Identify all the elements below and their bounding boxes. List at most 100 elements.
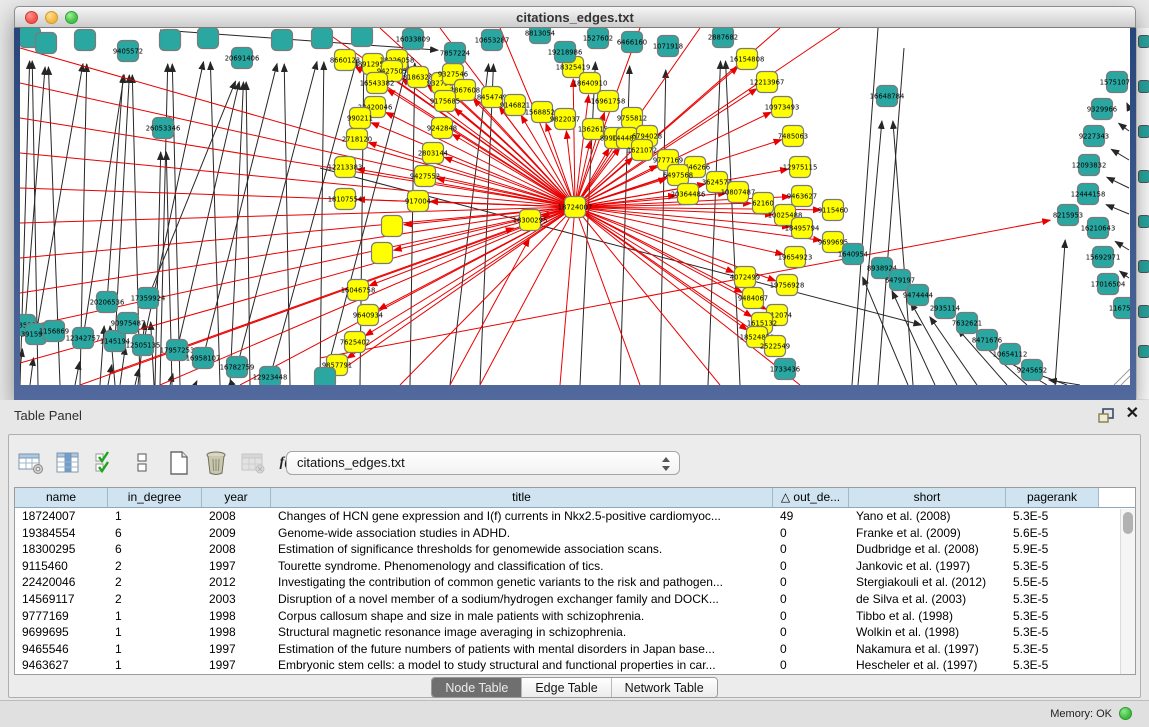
table-selector-dropdown[interactable]: citations_edges.txt — [286, 451, 680, 475]
edge[interactable] — [75, 362, 80, 385]
table-row[interactable]: 1456911722003Disruption of a novel membe… — [15, 591, 1135, 608]
table-cell[interactable]: 2 — [108, 558, 202, 575]
edge[interactable] — [893, 121, 913, 385]
edge[interactable] — [246, 82, 250, 385]
table-cell[interactable]: Structural magnetic resonance image aver… — [271, 624, 773, 641]
graph-node-teal[interactable] — [160, 30, 181, 51]
graph-node-yellow[interactable] — [372, 243, 393, 264]
tab-node-table[interactable]: Node Table — [432, 678, 522, 697]
edge[interactable] — [195, 381, 197, 385]
citation-edge[interactable] — [20, 118, 575, 207]
tab-network-table[interactable]: Network Table — [612, 678, 717, 697]
table-cell[interactable]: Tourette syndrome. Phenomenology and cla… — [271, 558, 773, 575]
column-header-pagerank[interactable]: pagerank — [1006, 488, 1099, 507]
table-cell[interactable]: Changes of HCN gene expression and I(f) … — [271, 508, 773, 525]
citation-edge[interactable] — [573, 79, 575, 207]
table-cell[interactable]: Estimation of the future numbers of pati… — [271, 641, 773, 658]
close-panel-icon[interactable]: ✕ — [1126, 406, 1139, 422]
delete-table-icon[interactable] — [239, 449, 267, 477]
graph-node-teal[interactable] — [36, 33, 57, 54]
table-cell[interactable]: 1998 — [202, 608, 271, 625]
graph-node-teal[interactable] — [352, 28, 373, 47]
edge[interactable] — [160, 64, 168, 385]
table-cell[interactable]: 5.5E-5 — [1006, 574, 1099, 591]
edge[interactable] — [1120, 271, 1129, 278]
table-cell[interactable]: Disruption of a novel member of a sodium… — [271, 591, 773, 608]
table-cell[interactable]: 5.3E-5 — [1006, 608, 1099, 625]
table-row[interactable]: 969969511998Structural magnetic resonanc… — [15, 624, 1135, 641]
show-columns-icon[interactable] — [54, 449, 82, 477]
edge[interactable] — [450, 64, 489, 385]
edge[interactable] — [1111, 149, 1129, 160]
table-cell[interactable]: 5.9E-5 — [1006, 541, 1099, 558]
graph-node-teal[interactable] — [75, 30, 96, 51]
table-cell[interactable]: 0 — [773, 641, 849, 658]
table-cell[interactable]: 2008 — [202, 541, 271, 558]
table-cell[interactable]: 0 — [773, 608, 849, 625]
table-cell[interactable]: Investigating the contribution of common… — [271, 574, 773, 591]
table-cell[interactable]: 0 — [773, 558, 849, 575]
table-cell[interactable]: 1997 — [202, 657, 271, 674]
table-cell[interactable]: 2 — [108, 591, 202, 608]
table-cell[interactable]: Estimation of significance thresholds fo… — [271, 541, 773, 558]
table-cell[interactable]: 5.3E-5 — [1006, 657, 1099, 674]
table-cell[interactable]: 14569117 — [15, 591, 108, 608]
edge[interactable] — [148, 81, 236, 298]
table-cell[interactable]: 1997 — [202, 641, 271, 658]
citation-edge[interactable] — [450, 239, 529, 385]
table-cell[interactable]: 6 — [108, 541, 202, 558]
citation-edge[interactable] — [320, 220, 1050, 358]
table-settings-icon[interactable] — [17, 449, 45, 477]
table-cell[interactable]: 2008 — [202, 508, 271, 525]
edge[interactable] — [1115, 241, 1129, 250]
edge[interactable] — [30, 358, 33, 385]
table-cell[interactable]: 0 — [773, 591, 849, 608]
table-row[interactable]: 1938455462009Genome-wide association stu… — [15, 525, 1135, 542]
table-cell[interactable]: Hescheler et al. (1997) — [849, 657, 1006, 674]
delete-columns-icon[interactable] — [202, 449, 230, 477]
table-cell[interactable]: Tibbo et al. (1998) — [849, 608, 1006, 625]
graph-node-teal[interactable] — [272, 30, 293, 51]
table-vertical-scrollbar[interactable] — [1120, 509, 1135, 674]
citation-edge[interactable] — [394, 207, 575, 250]
table-cell[interactable]: Yano et al. (2008) — [849, 508, 1006, 525]
table-cell[interactable]: 1998 — [202, 624, 271, 641]
table-cell[interactable]: 2 — [108, 574, 202, 591]
window-titlebar[interactable]: citations_edges.txt — [14, 6, 1136, 28]
table-cell[interactable]: 19384554 — [15, 525, 108, 542]
edge[interactable] — [203, 64, 277, 358]
table-cell[interactable]: Stergiakouli et al. (2012) — [849, 574, 1006, 591]
table-row[interactable]: 1830029562008Estimation of significance … — [15, 541, 1135, 558]
edge[interactable] — [320, 62, 324, 385]
column-header-title[interactable]: title — [271, 488, 773, 507]
edge[interactable] — [120, 347, 125, 385]
edge[interactable] — [1106, 205, 1129, 214]
table-cell[interactable]: 1 — [108, 608, 202, 625]
column-header-in-degree[interactable]: in_degree — [108, 488, 202, 507]
table-cell[interactable]: de Silva et al. (2003) — [849, 591, 1006, 608]
table-cell[interactable]: 1997 — [202, 558, 271, 575]
table-cell[interactable]: Genome-wide association studies in ADHD. — [271, 525, 773, 542]
edge[interactable] — [480, 64, 493, 385]
table-cell[interactable]: Jankovic et al. (1997) — [849, 558, 1006, 575]
table-cell[interactable]: 1 — [108, 657, 202, 674]
table-cell[interactable]: Franke et al. (2009) — [849, 525, 1006, 542]
table-cell[interactable]: 18300295 — [15, 541, 108, 558]
table-cell[interactable]: 0 — [773, 624, 849, 641]
table-cell[interactable]: 9777169 — [15, 608, 108, 625]
table-cell[interactable]: 5.3E-5 — [1006, 641, 1099, 658]
edge[interactable] — [1127, 103, 1129, 108]
edge[interactable] — [284, 64, 290, 385]
citation-edge[interactable] — [400, 207, 575, 385]
table-row[interactable]: 946554611997Estimation of the future num… — [15, 641, 1135, 658]
table-cell[interactable]: Corpus callosum shape and size in male p… — [271, 608, 773, 625]
table-cell[interactable]: 5.3E-5 — [1006, 591, 1099, 608]
float-panel-icon[interactable] — [1097, 408, 1115, 424]
table-cell[interactable]: Embryonic stem cells: a model to study s… — [271, 657, 773, 674]
graph-node-teal[interactable] — [312, 28, 333, 49]
table-row[interactable]: 2242004622012Investigating the contribut… — [15, 574, 1135, 591]
edge[interactable] — [580, 62, 595, 385]
table-row[interactable]: 977716911998Corpus callosum shape and si… — [15, 608, 1135, 625]
citation-edge[interactable] — [560, 207, 575, 385]
table-row[interactable]: 946362711997Embryonic stem cells: a mode… — [15, 657, 1135, 674]
